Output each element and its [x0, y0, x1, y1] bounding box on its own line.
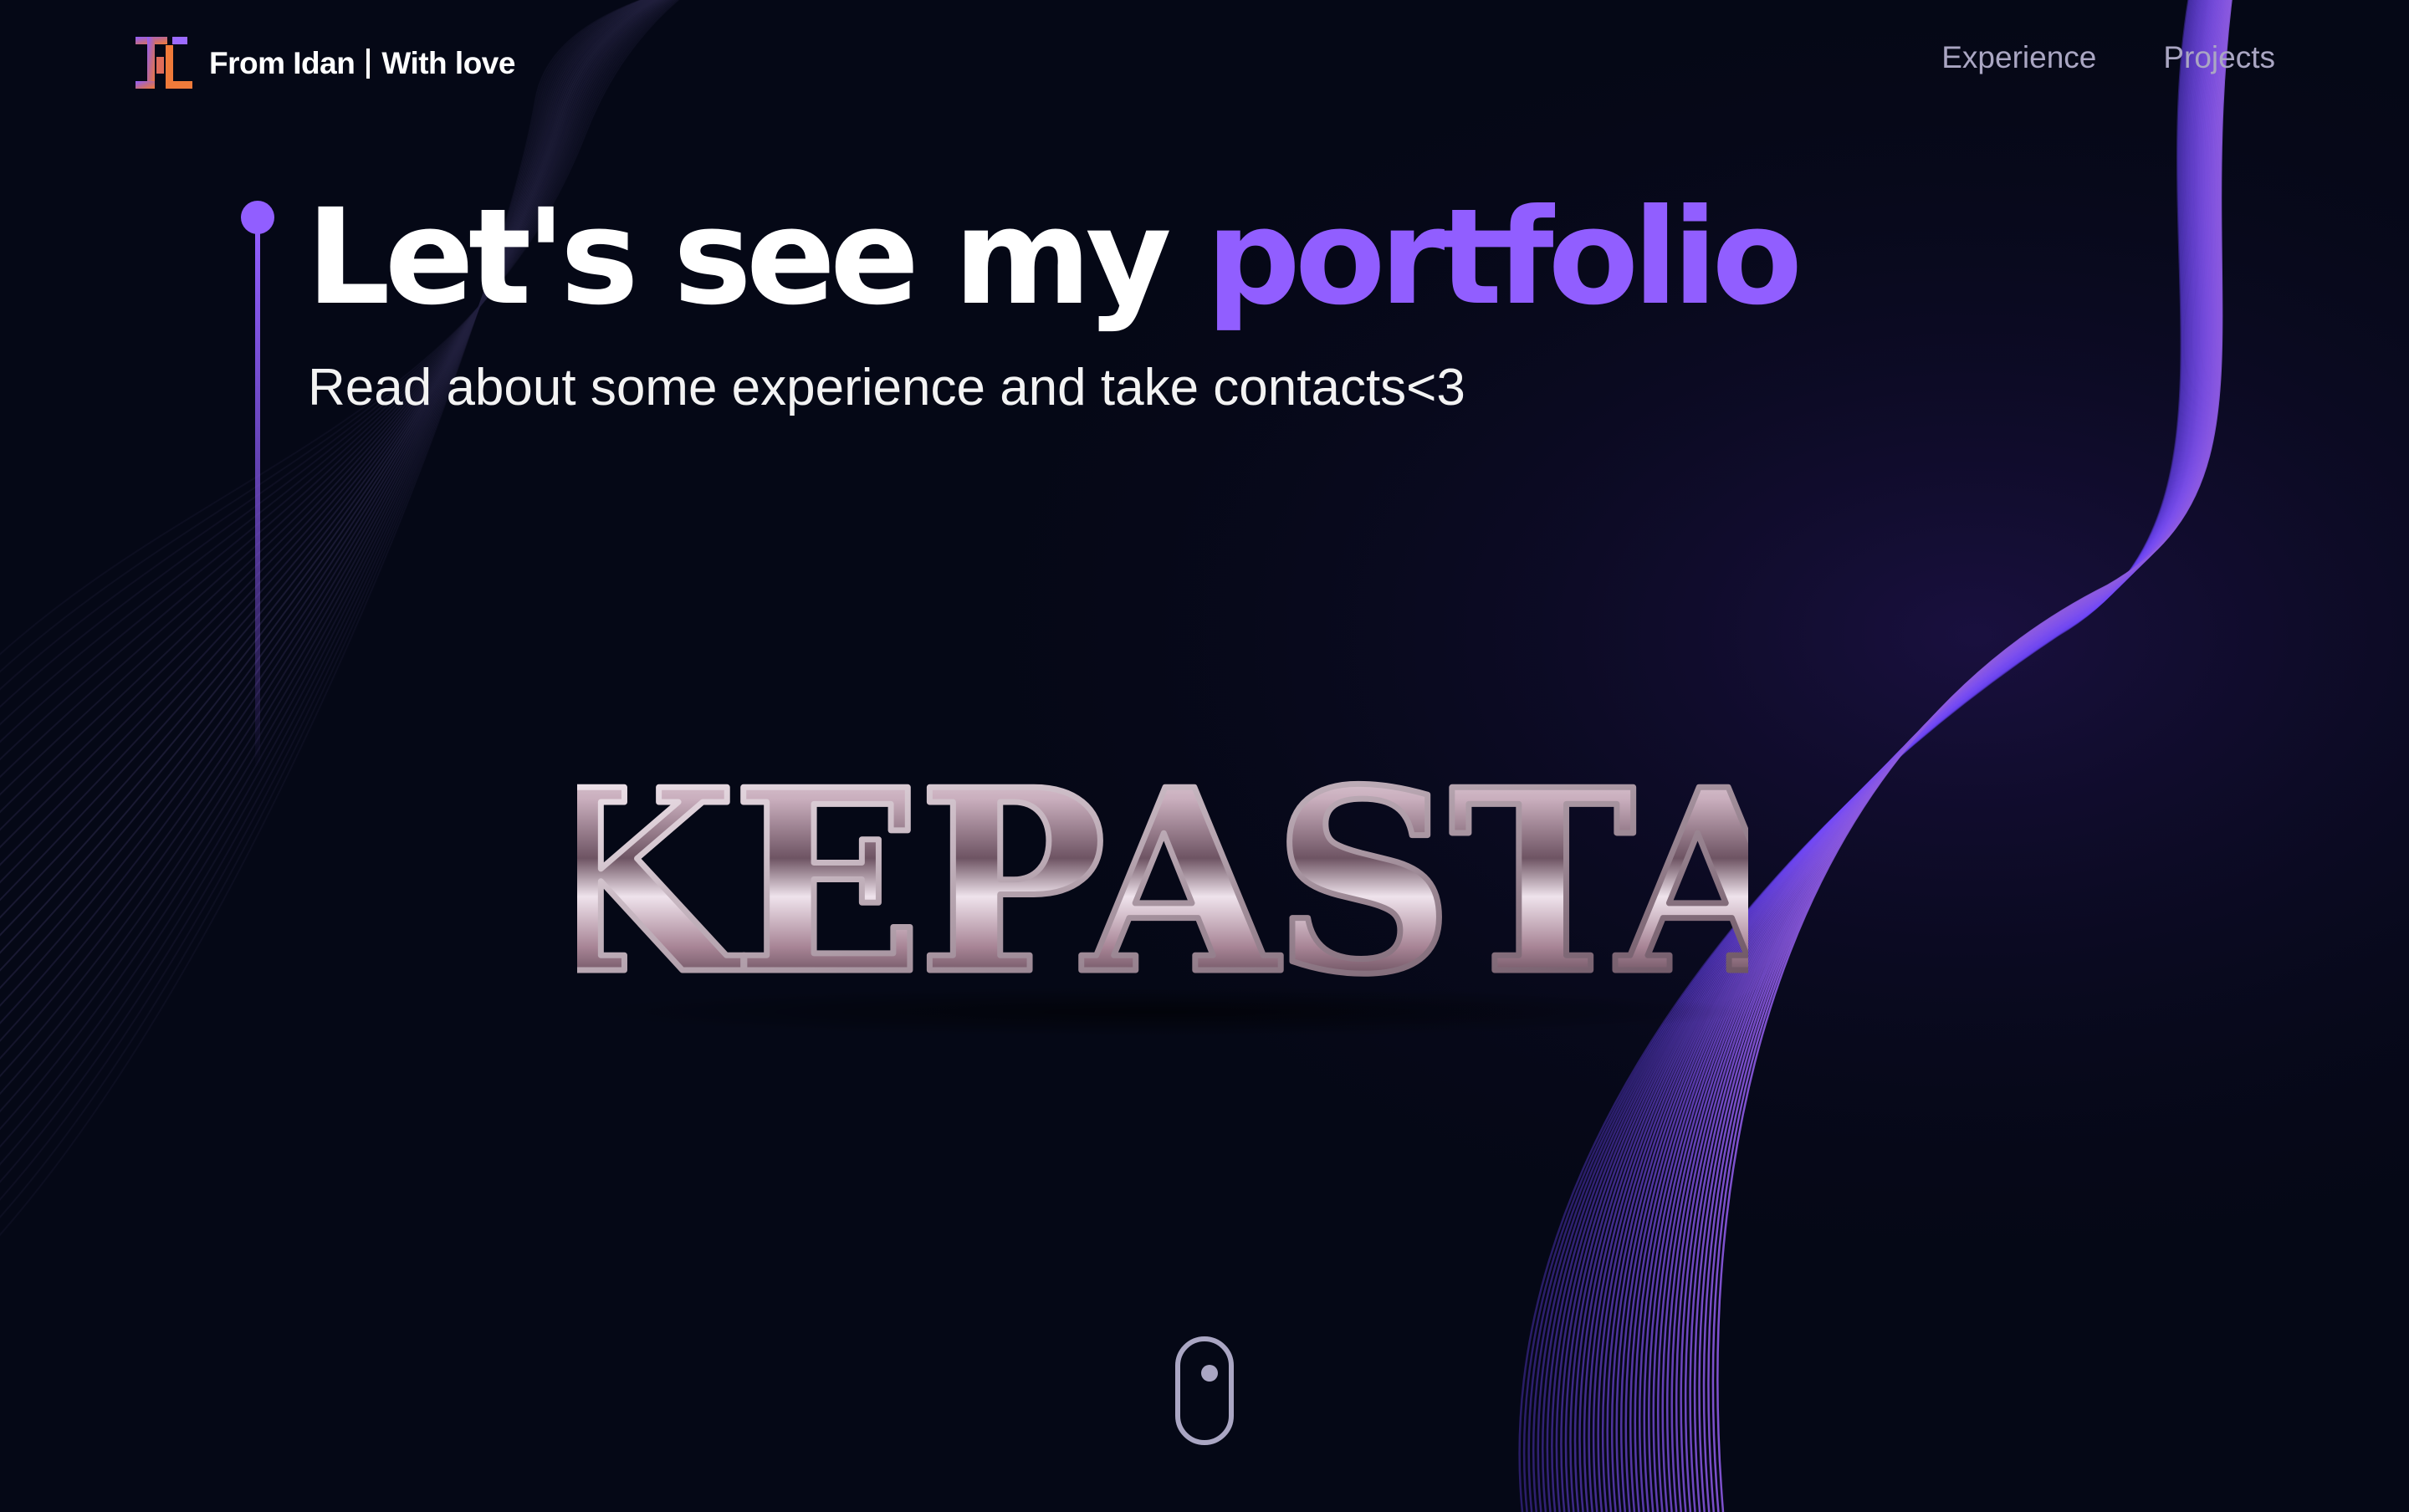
scroll-down-button[interactable]: [1175, 1336, 1234, 1445]
brand-home-link[interactable]: From Idan With love: [134, 32, 515, 95]
scroll-wheel-dot: [1201, 1365, 1218, 1382]
mouse-scroll-icon: [1175, 1336, 1234, 1445]
chrome-word-text: KEPASTA: [577, 734, 1748, 1020]
hero-title-accent: portfolio: [1205, 181, 1803, 335]
chrome-3d-word: KEPASTA: [577, 732, 1748, 1021]
nav-links: Experience Projects: [1941, 40, 2275, 75]
hero-title-prefix: Let's see my: [306, 181, 1206, 335]
brand-separator: [366, 49, 371, 79]
page: From Idan With love Experience Projects …: [0, 0, 2409, 1512]
hero-indicator-dot: [241, 201, 274, 234]
hero-subtitle: Read about some experience and take cont…: [308, 359, 1465, 416]
brand-name: From Idan: [209, 46, 355, 80]
nav-link-experience[interactable]: Experience: [1941, 40, 2096, 75]
navbar: From Idan With love Experience Projects: [0, 0, 2409, 125]
hero-title: Let's see my portfolio: [306, 181, 1803, 335]
logo-monogram-icon: [136, 37, 192, 89]
hero-indicator-line: [255, 232, 260, 768]
hero-timeline-indicator: [241, 201, 274, 769]
brand-tagline: With love: [381, 46, 515, 80]
nav-link-projects[interactable]: Projects: [2163, 40, 2275, 75]
brand-text: From Idan With love: [209, 46, 515, 81]
